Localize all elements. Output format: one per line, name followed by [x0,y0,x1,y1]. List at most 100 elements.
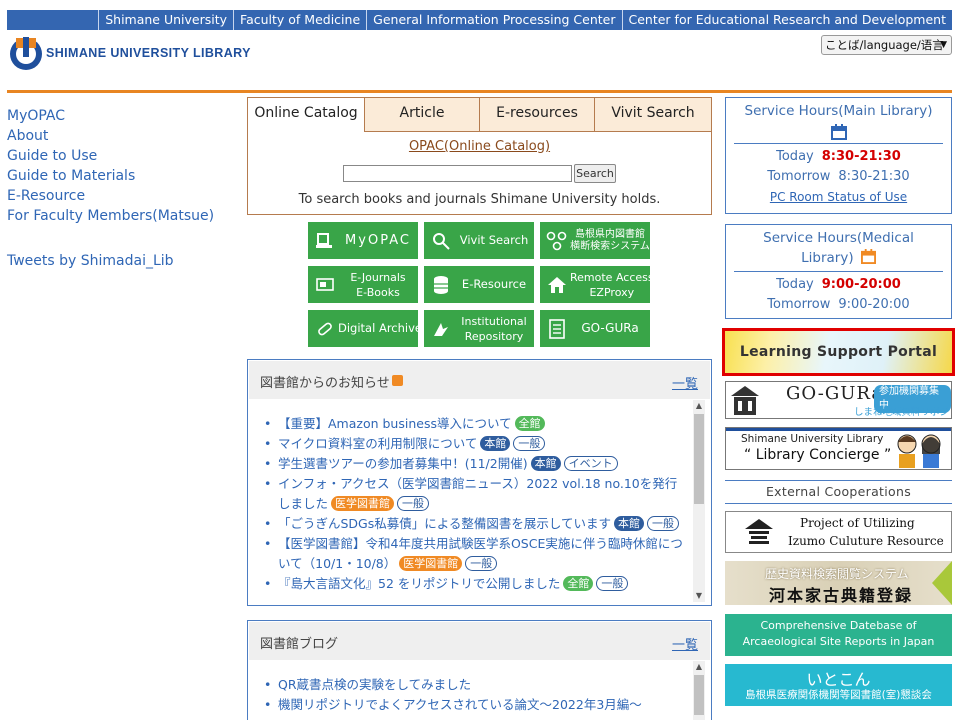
vivit-search-button[interactable]: Vivit Search [424,222,534,259]
news-scrollbar-thumb[interactable] [694,414,704,504]
top-link-faculty-of-medicine[interactable]: Faculty of Medicine [233,10,366,30]
blog-more-link[interactable]: 一覧 [672,634,698,653]
news-item[interactable]: 「ごうぎんSDGs私募債」による整備図書を展示しています本館一般 [258,514,688,534]
opac-link[interactable]: OPAC(Online Catalog) [248,139,711,154]
sidebar-item-myopac[interactable]: MyOPAC [7,106,237,126]
category-badge: 一般 [465,556,498,571]
blog-item[interactable]: QR蔵書点検の実験をしてみました [258,675,688,695]
library-concierge-banner[interactable]: Shimane University Library “ Library Con… [725,427,952,470]
chevron-down-icon: ▼ [940,40,947,50]
sidebar-item-e-resource[interactable]: E-Resource [7,186,237,206]
top-link-shimane-university[interactable]: Shimane University [98,10,233,30]
itoken-banner[interactable]: いとこん 島根県医療関係機関等図書館(室)懇談会 [725,664,952,706]
library-news-panel: 図書館からのお知らせ 一覧 【重要】Amazon business導入について全… [247,359,712,606]
news-item-title[interactable]: 「ごうぎんSDGs私募債」による整備図書を展示しています [278,516,611,531]
news-more-link[interactable]: 一覧 [672,373,698,392]
tab-article[interactable]: Article [364,98,479,132]
rss-icon[interactable] [391,375,403,386]
hours-divider [734,143,943,144]
medical-today-label: Today [776,277,814,292]
sidebar-item-guide-to-materials[interactable]: Guide to Materials [7,166,237,186]
hours-divider [734,271,943,272]
itoken-banner-subtitle: 島根県医療関係機関等図書館(室)懇談会 [745,689,932,701]
top-link-educational-research-center[interactable]: Center for Educational Research and Deve… [621,10,953,30]
e-journals-label-1: E-Journals [350,270,406,284]
go-gura-banner[interactable]: GO-GURa 参加機関募集中 しまね地域資料リポジトリ [725,381,952,419]
library-logo[interactable]: SHIMANE UNIVERSITY LIBRARY [8,34,251,74]
e-journals-button[interactable]: E-Journals E-Books [308,266,418,303]
institutional-repository-label-1: Institutional [461,314,527,328]
prefecture-cross-search-label-2: 横断検索システム [570,240,650,252]
kawamoto-classics-banner[interactable]: 歴史資料検索閲覧システム 河本家古典籍登録 [725,561,952,605]
remote-access-button[interactable]: Remote Access EZProxy [540,266,654,303]
kawamoto-banner-line-1: 歴史資料検索閲覧システム [765,567,909,581]
library-logo-text: SHIMANE UNIVERSITY LIBRARY [46,46,251,60]
myopac-button[interactable]: MyOPAC [308,222,418,259]
kawamoto-banner-line-2: 河本家古典籍登録 [769,586,914,605]
go-gura-banner-title: GO-GURa [786,383,884,404]
institutional-repository-button[interactable]: Institutional Repository [424,310,534,347]
news-item[interactable]: 【重要】Amazon business導入について全館 [258,414,688,434]
search-button[interactable]: Search [574,164,616,183]
news-item[interactable]: 【医学図書館】令和4年度共用試験医学系OSCE実施に伴う臨時休館について（10/… [258,534,688,574]
news-scrollbar[interactable]: ▲ ▼ [693,400,705,602]
news-item-title[interactable]: 学生選書ツアーの参加者募集中！(11/2開催) [278,456,528,471]
category-badge: 一般 [513,436,546,451]
scroll-down-icon[interactable]: ▼ [693,590,705,602]
main-today-value: 8:30-21:30 [821,149,901,164]
izumo-banner-line-1: Project of Utilizing [800,516,915,530]
news-item-title[interactable]: マイクロ資料室の利用制限について [278,436,477,451]
main-today-label: Today [776,149,814,164]
news-item[interactable]: 学生選書ツアーの参加者募集中！(11/2開催)本館イベント [258,454,688,474]
category-badge: 本館 [614,516,645,531]
remote-access-label-2: EZProxy [589,285,635,299]
archaeological-reports-banner[interactable]: Comprehensive Datebase of Arcaeological … [725,614,952,656]
magnifier-icon [428,228,454,254]
language-select-value: ことば/language/语言 [825,38,944,52]
digital-archive-button[interactable]: Digital Archive [308,310,422,347]
catalog-description: To search books and journals Shimane Uni… [298,192,661,207]
medical-library-hours: Service Hours(Medical Library) Today 9:00… [725,224,952,319]
category-badge: 全館 [563,576,594,591]
izumo-culture-banner[interactable]: Project of Utilizing Izumo Culuture Reso… [725,511,952,553]
go-gura-button[interactable]: GO-GURa [540,310,650,347]
language-select[interactable]: ことば/language/语言 ▼ [821,35,952,55]
sidebar-item-about[interactable]: About [7,126,237,146]
catalog-search-panel: Online Catalog Article E-resources Vivit… [247,97,712,215]
tab-online-catalog[interactable]: Online Catalog [248,98,364,132]
scroll-up-icon[interactable]: ▲ [693,661,705,673]
scroll-up-icon[interactable]: ▲ [693,400,705,412]
main-today-row: Today 8:30-21:30 [726,147,951,167]
e-journals-label: E-Journals E-Books [338,270,418,300]
top-navigation-bar: Shimane University Faculty of Medicine G… [7,10,952,30]
category-badge: 一般 [596,576,629,591]
blog-scrollbar[interactable]: ▲ [693,661,705,720]
tweets-link[interactable]: Tweets by Shimadai_Lib [7,251,237,271]
go-gura-label: GO-GURa [581,321,639,335]
blog-item[interactable]: 機関リポジトリでよくアクセスされている論文～2022年3月編～ [258,695,688,715]
blog-scrollbar-thumb[interactable] [694,675,704,715]
sidebar-item-guide-to-use[interactable]: Guide to Use [7,146,237,166]
prefecture-cross-search-button[interactable]: 島根県内図書館 横断検索システム [540,222,650,259]
news-item[interactable]: インフォ・アクセス（医学図書館ニュース）2022 vol.18 no.10を発行… [258,474,688,514]
prefecture-cross-search-label: 島根県内図書館 横断検索システム [570,229,650,253]
news-item-title[interactable]: 【重要】Amazon business導入について [278,416,512,431]
medical-hours-title-1: Service Hours(Medical [763,230,914,246]
tab-vivit-search[interactable]: Vivit Search [594,98,711,132]
category-badge: 一般 [647,516,680,531]
tab-e-resources[interactable]: E-resources [479,98,594,132]
concierge-banner-top: Shimane University Library [741,433,884,445]
category-badge: 全館 [514,416,545,431]
sidebar-item-faculty-members[interactable]: For Faculty Members(Matsue) [7,206,237,226]
medical-hours-title-2: Library) [801,250,854,266]
blog-item-title[interactable]: QR蔵書点検の実験をしてみました [278,677,471,692]
news-item[interactable]: 『島大言語文化』52 をリポジトリで公開しました全館一般 [258,574,688,594]
blog-item-title[interactable]: 機関リポジトリでよくアクセスされている論文～2022年3月編～ [278,697,642,712]
e-resource-button[interactable]: E-Resource [424,266,534,303]
pc-room-status-link[interactable]: PC Room Status of Use [726,187,951,207]
news-item-title[interactable]: 『島大言語文化』52 をリポジトリで公開しました [278,576,560,591]
learning-support-portal-banner[interactable]: Learning Support Portal [722,328,955,376]
top-link-information-processing-center[interactable]: General Information Processing Center [366,10,621,30]
catalog-search-input[interactable] [343,165,572,182]
news-item[interactable]: マイクロ資料室の利用制限について本館一般 [258,434,688,454]
